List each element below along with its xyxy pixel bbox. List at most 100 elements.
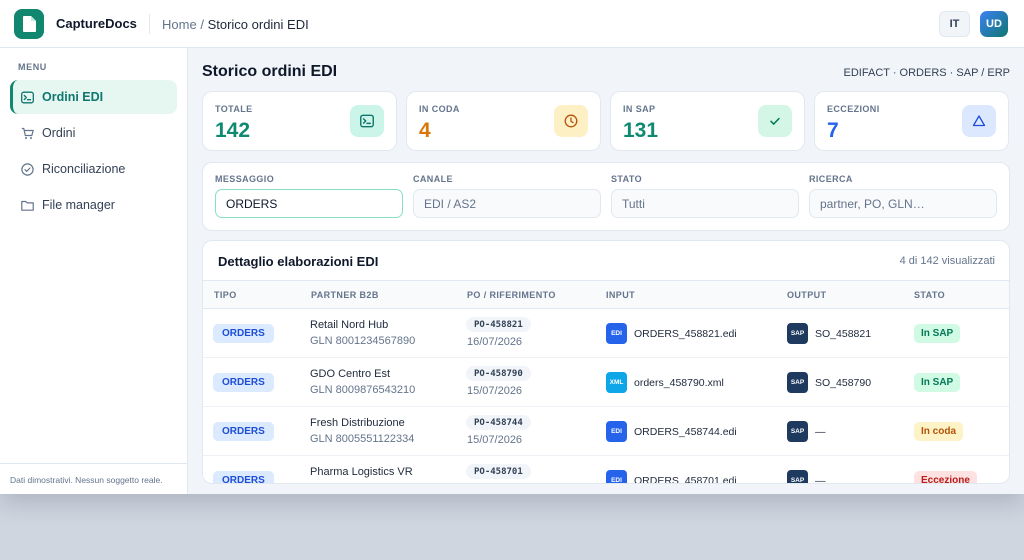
check-circle-icon (21, 162, 34, 176)
partner-gln: GLN 8009876543210 (310, 384, 416, 396)
stat-value: 4 (419, 119, 431, 142)
sap-icon: SAP (787, 372, 808, 393)
sap-icon: SAP (787, 421, 808, 442)
table-row[interactable]: ORDERS GDO Centro Est GLN 8009876543210 … (203, 358, 1009, 407)
stat-label: TOTALE (215, 104, 253, 114)
column-header-stato[interactable]: STATO (914, 290, 945, 300)
stat-value: 142 (215, 119, 251, 142)
table-header: TIPO PARTNER B2B PO / RIFERIMENTO INPUT … (203, 280, 1009, 309)
sidebar-item-label: Ordini (42, 126, 76, 140)
edi-file-icon: EDI (606, 421, 627, 442)
terminal-icon (350, 105, 384, 137)
warning-icon (962, 105, 996, 137)
sidebar-item-file-manager[interactable]: File manager (10, 188, 177, 222)
column-header-po[interactable]: PO / RIFERIMENTO (467, 290, 556, 300)
edi-file-icon: EDI (606, 323, 627, 344)
po-date: 15/07/2026 (467, 385, 523, 397)
stat-card-totale: TOTALE 142 (202, 91, 397, 151)
po-date: 16/07/2026 (467, 336, 523, 348)
app-window: CaptureDocs Home / Storico ordini EDI IT… (0, 0, 1024, 494)
po-reference: PO-458744 (466, 415, 531, 430)
column-header-input[interactable]: INPUT (606, 290, 635, 300)
filter-ricerca: RICERCA partner, PO, GLN… (809, 174, 997, 218)
status-badge: In coda (914, 422, 964, 441)
po-date: 15/07/2026 (467, 434, 523, 446)
sidebar-item-label: File manager (42, 198, 115, 212)
user-avatar[interactable]: UD (980, 11, 1008, 37)
filter-messaggio: MESSAGGIO ORDERS (215, 174, 403, 218)
sidebar-item-label: Ordini EDI (42, 90, 104, 104)
search-input[interactable]: partner, PO, GLN… (809, 189, 997, 218)
sidebar-item-ordini-edi[interactable]: Ordini EDI (10, 80, 177, 114)
output-document[interactable]: SO_458790 (815, 377, 871, 389)
breadcrumb-home[interactable]: Home (162, 17, 197, 32)
po-reference: PO-458821 (466, 317, 531, 332)
tipo-badge: ORDERS (213, 373, 274, 392)
filter-label: MESSAGGIO (215, 174, 275, 184)
check-icon (758, 105, 792, 137)
input-file-link[interactable]: orders_458790.xml (634, 377, 724, 389)
sidebar-item-riconciliazione[interactable]: Riconciliazione (10, 152, 177, 186)
menu-title: MENU (18, 62, 47, 72)
stato-select[interactable]: Tutti (611, 189, 799, 218)
sidebar-item-ordini[interactable]: Ordini (10, 116, 177, 150)
table-row[interactable]: ORDERS Retail Nord Hub GLN 8001234567890… (203, 309, 1009, 358)
divider (149, 14, 150, 34)
stat-label: IN CODA (419, 104, 460, 114)
table-row[interactable]: ORDERS Fresh Distribuzione GLN 800555112… (203, 407, 1009, 456)
page-title: Storico ordini EDI (202, 63, 338, 80)
document-icon (23, 16, 36, 32)
breadcrumb-separator: / (200, 17, 204, 32)
canale-select[interactable]: EDI / AS2 (413, 189, 601, 218)
stat-card-in-coda: IN CODA 4 (406, 91, 601, 151)
input-file-link[interactable]: ORDERS_458701.edi (634, 475, 737, 483)
sidebar-item-label: Riconciliazione (42, 162, 126, 176)
tipo-badge: ORDERS (213, 422, 274, 441)
column-header-partner[interactable]: PARTNER B2B (311, 290, 379, 300)
language-button[interactable]: IT (939, 11, 970, 37)
status-badge: In SAP (914, 373, 961, 392)
filter-label: STATO (611, 174, 642, 184)
tipo-badge: ORDERS (213, 324, 274, 343)
filter-label: RICERCA (809, 174, 853, 184)
stat-card-in-sap: IN SAP 131 (610, 91, 805, 151)
output-document[interactable]: SO_458821 (815, 328, 871, 340)
terminal-icon (21, 91, 34, 104)
filters-panel: MESSAGGIO ORDERS CANALE EDI / AS2 STATO … (202, 162, 1010, 231)
app-logo[interactable] (14, 9, 44, 39)
column-header-tipo[interactable]: TIPO (214, 290, 237, 300)
partner-name: Fresh Distribuzione (310, 417, 405, 429)
stat-card-eccezioni: ECCEZIONI 7 (814, 91, 1009, 151)
brand-name: CaptureDocs (56, 16, 137, 31)
edi-table-card: Dettaglio elaborazioni EDI 4 di 142 visu… (202, 240, 1010, 484)
clock-icon (554, 105, 588, 137)
output-document: — (815, 426, 826, 438)
breadcrumb-current: Storico ordini EDI (207, 17, 309, 32)
status-badge: Eccezione (914, 471, 977, 483)
stat-value: 131 (623, 119, 659, 142)
top-bar: CaptureDocs Home / Storico ordini EDI IT… (0, 0, 1024, 48)
stat-label: IN SAP (623, 104, 656, 114)
column-header-output[interactable]: OUTPUT (787, 290, 826, 300)
page-subtitle: EDIFACT · ORDERS · SAP / ERP (843, 67, 1010, 79)
po-reference: PO-458790 (466, 366, 531, 381)
stat-value: 7 (827, 119, 839, 142)
xml-file-icon: XML (606, 372, 627, 393)
sidebar-footer-note: Dati dimostrativi. Nessun soggetto reale… (10, 475, 163, 485)
tipo-badge: ORDERS (213, 471, 274, 483)
sap-icon: SAP (787, 323, 808, 344)
partner-name: GDO Centro Est (310, 368, 391, 380)
messaggio-input[interactable]: ORDERS (215, 189, 403, 218)
table-row[interactable]: ORDERS Pharma Logistics VR PO-458701 EDI… (203, 456, 1009, 484)
status-badge: In SAP (914, 324, 961, 343)
output-document: — (815, 475, 826, 484)
input-file-link[interactable]: ORDERS_458744.edi (634, 426, 737, 438)
cart-icon (21, 127, 34, 140)
po-reference: PO-458701 (466, 464, 531, 479)
edi-file-icon: EDI (606, 470, 627, 483)
filter-canale: CANALE EDI / AS2 (413, 174, 601, 218)
table-title: Dettaglio elaborazioni EDI (218, 254, 379, 269)
table-count: 4 di 142 visualizzati (899, 255, 995, 267)
breadcrumb: Home / Storico ordini EDI (162, 17, 309, 32)
input-file-link[interactable]: ORDERS_458821.edi (634, 328, 737, 340)
